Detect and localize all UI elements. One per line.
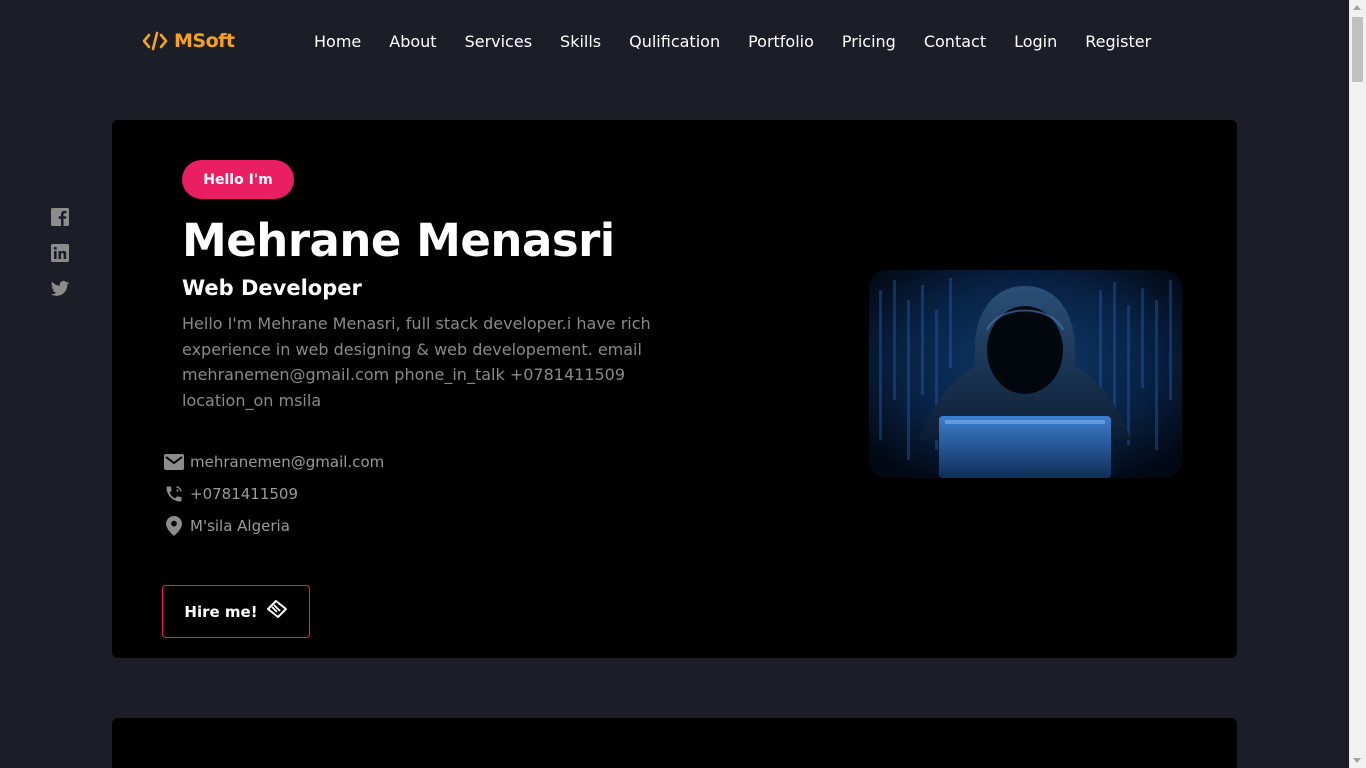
phone-text: +0781411509 <box>190 485 299 503</box>
location-text: M'sila Algeria <box>190 517 290 535</box>
nav-services[interactable]: Services <box>451 30 546 54</box>
code-icon <box>142 31 168 51</box>
scrollbar-thumb[interactable] <box>1352 17 1363 82</box>
hire-me-button[interactable]: Hire me! <box>162 585 310 638</box>
brand-logo[interactable]: MSoft <box>142 30 235 52</box>
linkedin-icon[interactable] <box>50 243 70 263</box>
nav-contact[interactable]: Contact <box>910 30 1000 54</box>
hero-image <box>869 270 1182 478</box>
next-section-card <box>112 718 1237 768</box>
top-navbar: MSoft Home About Services Skills Qulific… <box>0 0 1349 84</box>
nav-login[interactable]: Login <box>1000 30 1071 54</box>
contact-phone: +0781411509 <box>164 484 384 504</box>
greeting-badge: Hello I'm <box>182 160 294 199</box>
nav-portfolio[interactable]: Portfolio <box>734 30 828 54</box>
social-links <box>50 207 70 299</box>
profile-role: Web Developer <box>182 276 362 300</box>
facebook-icon[interactable] <box>50 207 70 227</box>
contact-email: mehranemen@gmail.com <box>164 452 384 472</box>
nav-pricing[interactable]: Pricing <box>828 30 910 54</box>
page-scrollbar[interactable] <box>1349 0 1366 768</box>
hire-me-label: Hire me! <box>184 602 258 621</box>
twitter-icon[interactable] <box>50 279 70 299</box>
profile-description: Hello I'm Mehrane Menasri, full stack de… <box>182 314 651 410</box>
handshake-icon <box>264 599 288 625</box>
nav-home[interactable]: Home <box>300 30 375 54</box>
phone-icon <box>164 484 184 504</box>
scroll-up-arrow-icon[interactable] <box>1353 5 1361 10</box>
nav-qualification[interactable]: Qulification <box>615 30 734 54</box>
nav-about[interactable]: About <box>375 30 450 54</box>
contact-location: M'sila Algeria <box>164 516 384 536</box>
nav-skills[interactable]: Skills <box>546 30 615 54</box>
email-text: mehranemen@gmail.com <box>190 453 385 471</box>
scroll-down-arrow-icon[interactable] <box>1353 758 1361 763</box>
profile-name: Mehrane Menasri <box>182 214 615 267</box>
email-icon <box>164 452 184 472</box>
page: MSoft Home About Services Skills Qulific… <box>0 0 1366 768</box>
nav-register[interactable]: Register <box>1071 30 1165 54</box>
main-menu: Home About Services Skills Qulification … <box>300 30 1165 54</box>
brand-name: MSoft <box>174 30 235 52</box>
location-icon <box>164 516 184 536</box>
hero-card: Hello I'm Mehrane Menasri Web Developer … <box>112 120 1237 658</box>
contact-list: mehranemen@gmail.com +0781411509 M'sila … <box>164 452 384 536</box>
